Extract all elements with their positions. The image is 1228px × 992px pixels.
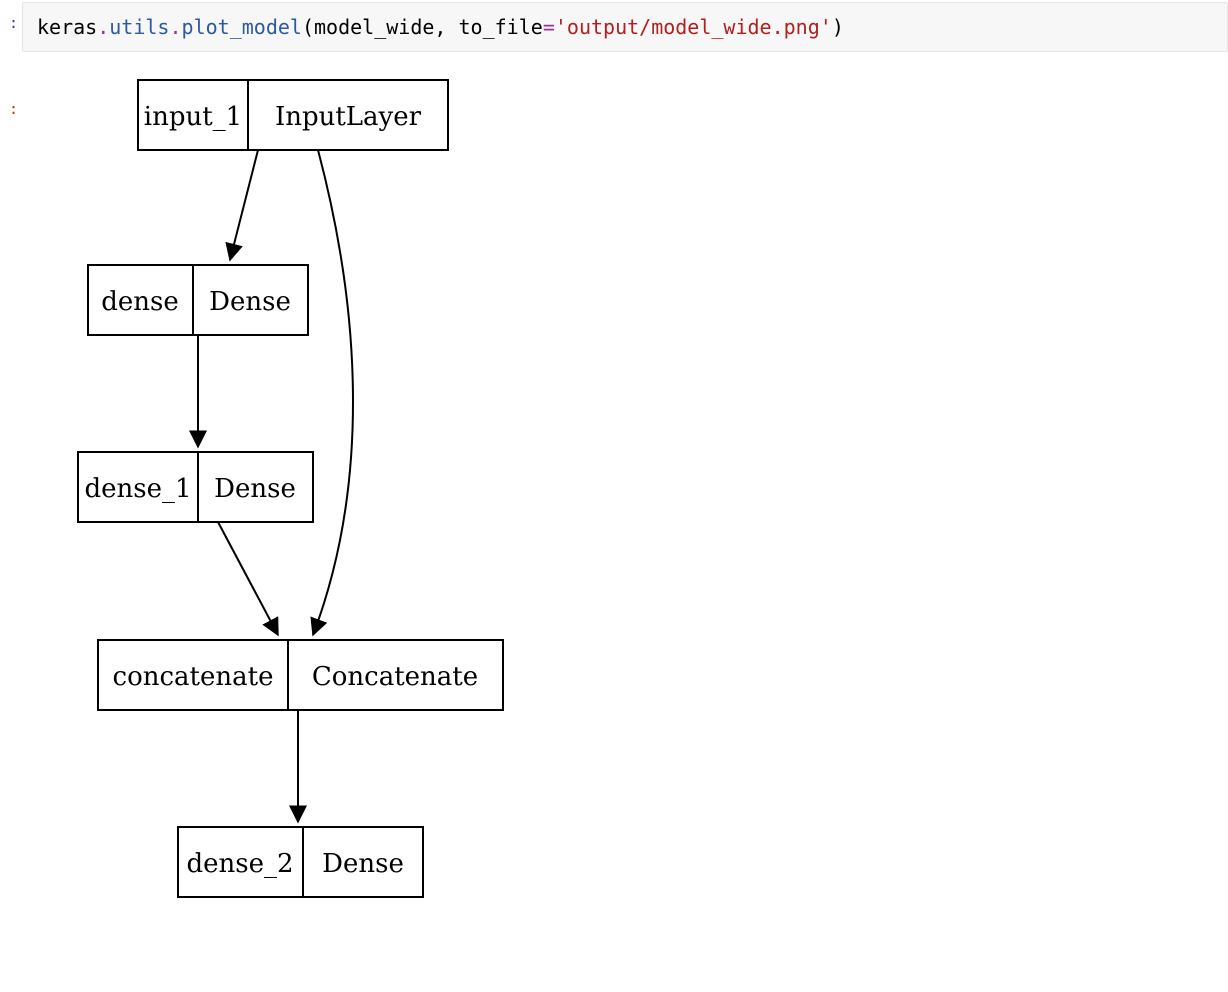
code-token-paren-close: )	[832, 15, 844, 39]
edge-dense_1-concatenate	[218, 522, 278, 635]
node-dense_1: dense_1 Dense	[78, 452, 313, 522]
node-label-name: dense_1	[84, 474, 191, 504]
code-token-arg: model_wide	[314, 15, 434, 39]
code-token-dot: .	[169, 15, 181, 39]
code-source[interactable]: keras.utils.plot_model(model_wide, to_fi…	[22, 2, 1228, 52]
node-label-name: dense	[101, 287, 179, 317]
node-label-type: Dense	[209, 287, 291, 317]
output-prompt-colon: :	[0, 60, 18, 118]
code-token-dot: .	[97, 15, 109, 39]
node-dense_2: dense_2 Dense	[178, 827, 423, 897]
edge-input_1-dense	[230, 150, 258, 260]
node-label-name: concatenate	[113, 662, 274, 692]
input-prompt-colon: :	[0, 0, 18, 32]
code-token-fn: plot_model	[182, 15, 302, 39]
code-cell-output: : input_1 InputLayer d	[0, 60, 1228, 990]
code-token-keras: keras	[37, 15, 97, 39]
node-concatenate: concatenate Concatenate	[98, 640, 503, 710]
node-label-type: Dense	[322, 849, 404, 879]
node-label-name: input_1	[144, 102, 242, 132]
code-cell-input: : keras.utils.plot_model(model_wide, to_…	[0, 0, 1228, 52]
node-label-type: Dense	[214, 474, 296, 504]
code-token-kwarg: to_file	[459, 15, 543, 39]
code-token-utils: utils	[109, 15, 169, 39]
node-input_1: input_1 InputLayer	[138, 80, 448, 150]
model-graph-svg: input_1 InputLayer dense Dense dense_1	[58, 60, 578, 990]
code-token-comma: ,	[434, 15, 458, 39]
model-diagram: input_1 InputLayer dense Dense dense_1	[58, 60, 578, 990]
node-label-name: dense_2	[186, 849, 293, 879]
code-token-paren-open: (	[302, 15, 314, 39]
edge-input_1-concatenate	[313, 150, 353, 635]
node-label-type: Concatenate	[312, 662, 478, 692]
code-token-string: 'output/model_wide.png'	[555, 15, 832, 39]
code-token-eq: =	[543, 15, 555, 39]
node-dense: dense Dense	[88, 265, 308, 335]
node-label-type: InputLayer	[275, 102, 422, 132]
